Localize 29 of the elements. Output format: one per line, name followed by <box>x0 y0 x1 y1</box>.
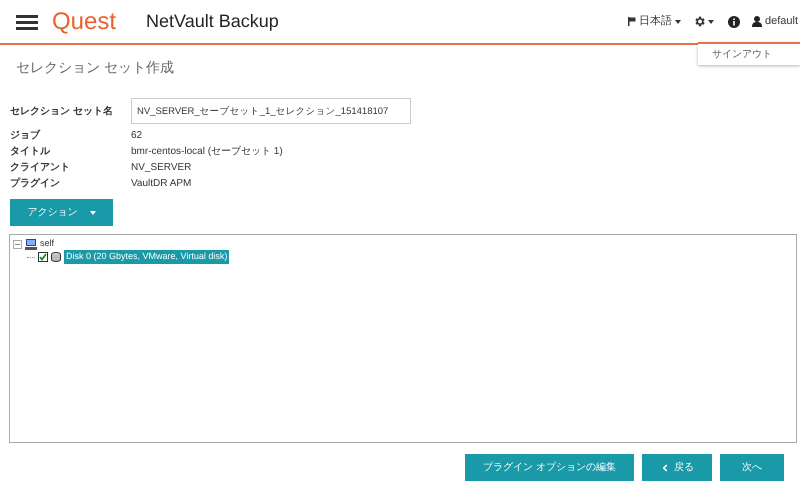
field-value: VaultDR APM <box>131 176 192 190</box>
brand-logo: Quest <box>52 10 116 34</box>
product-name: NetVault Backup <box>146 10 279 33</box>
field-label: ジョブ <box>10 128 42 142</box>
info-icon[interactable] <box>728 16 740 28</box>
page-title: セレクション セット作成 <box>16 58 175 77</box>
sign-out-item[interactable]: サインアウト <box>698 46 800 63</box>
settings-menu[interactable] <box>692 15 714 28</box>
field-value: bmr-centos-local (セーブセット 1) <box>131 144 283 158</box>
field-label: タイトル <box>10 144 52 158</box>
caret-icon <box>90 210 96 214</box>
user-icon <box>752 16 762 27</box>
checkbox[interactable] <box>38 252 48 262</box>
flag-icon <box>628 17 636 26</box>
language-menu[interactable]: 日本語 <box>628 13 681 30</box>
field-value: NV_SERVER <box>131 160 192 174</box>
chevron-left-icon <box>660 462 670 472</box>
name-field[interactable]: NV_SERVER_セーブセット_1_セレクション_151418107 <box>131 98 411 124</box>
caret-icon <box>674 20 681 24</box>
tree-node[interactable]: self <box>40 237 54 251</box>
field-label: クライアント <box>10 160 71 174</box>
field-label: セレクション セット名 <box>10 104 114 118</box>
menu-icon[interactable] <box>16 14 38 30</box>
caret-icon <box>708 20 714 24</box>
collapse-icon[interactable] <box>13 240 22 248</box>
computer-icon <box>25 238 37 250</box>
user-menu[interactable]: default <box>752 13 798 30</box>
field-value: 62 <box>131 128 142 142</box>
field-label: プラグイン <box>10 176 61 190</box>
